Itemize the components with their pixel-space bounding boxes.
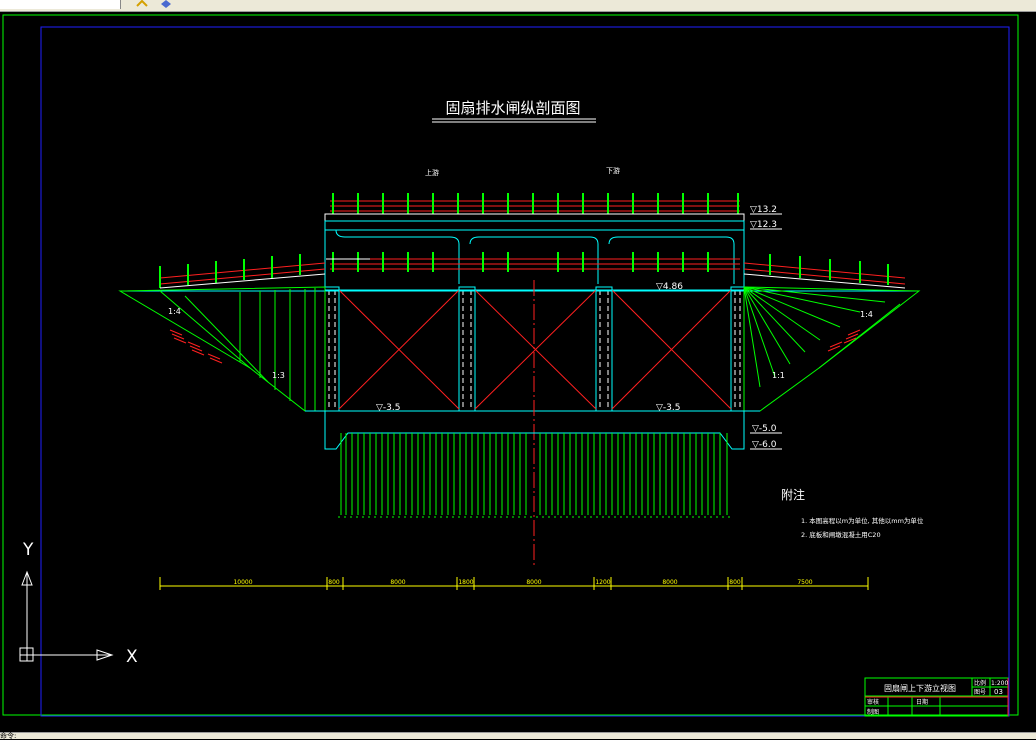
drawing-canvas[interactable]: 固扇排水闸纵剖面图 上游 下游 ▽13.2 ▽12.3 1:4 1:3 1:4 … bbox=[0, 12, 1036, 732]
slope-right-1: 1:4 bbox=[860, 310, 873, 319]
title-block-draw: 制图 bbox=[867, 708, 879, 716]
elev-4-86: ▽4.86 bbox=[656, 282, 683, 292]
layer-icon[interactable] bbox=[136, 0, 148, 8]
top-railing bbox=[330, 200, 740, 212]
title-block-sheet-value: 03 bbox=[994, 688, 1003, 696]
drawing-title: 固扇排水闸纵剖面图 bbox=[445, 99, 580, 117]
dimension-labels: 10000 800 8000 1800 8000 1200 8000 800 7… bbox=[233, 579, 812, 586]
dim-label: 7500 bbox=[797, 579, 812, 586]
title-block-sheet-label: 图号 bbox=[974, 689, 986, 696]
title-block-scale-label: 比例 bbox=[974, 679, 986, 687]
ucs-x-label: X bbox=[126, 647, 138, 667]
outer-border bbox=[2, 14, 1019, 716]
deck-slab bbox=[324, 213, 745, 222]
notes-line-2: 2. 底板和闸墩混凝土用C20 bbox=[801, 530, 881, 539]
ucs-y-label: Y bbox=[22, 540, 34, 560]
inner-border bbox=[40, 26, 1010, 717]
dim-label: 800 bbox=[729, 579, 741, 586]
notes-line-1: 1. 本图高程以m为单位, 其他以mm为单位 bbox=[801, 516, 924, 525]
gate-frames bbox=[305, 289, 760, 412]
slope-left-1: 1:4 bbox=[168, 307, 181, 316]
gate-openings bbox=[338, 289, 732, 410]
dim-label: 10000 bbox=[233, 579, 252, 586]
dim-label: 800 bbox=[328, 579, 340, 586]
elev-minus-3-5-right: ▽-3.5 bbox=[656, 403, 680, 413]
left-wingwall bbox=[118, 286, 326, 412]
title-block-date: 日期 bbox=[916, 698, 928, 706]
command-prompt: 命令: bbox=[0, 732, 17, 740]
upstream-label: 上游 bbox=[425, 168, 439, 177]
title-block-scale-value: 1:200 bbox=[991, 680, 1008, 687]
slope-left-2: 1:3 bbox=[272, 371, 285, 380]
ucs-icon bbox=[19, 570, 114, 662]
dim-label: 8000 bbox=[526, 579, 541, 586]
elev-minus-3-5-left: ▽-3.5 bbox=[376, 403, 400, 413]
title-block-review: 审核 bbox=[867, 698, 879, 706]
deck-beam bbox=[324, 220, 745, 231]
downstream-label: 下游 bbox=[606, 166, 620, 175]
properties-icon[interactable] bbox=[160, 0, 172, 8]
dim-label: 1800 bbox=[458, 579, 473, 586]
slope-right-2: 1:1 bbox=[772, 371, 785, 380]
dim-label: 8000 bbox=[390, 579, 405, 586]
dim-label: 1200 bbox=[595, 579, 610, 586]
dimension-line bbox=[159, 577, 869, 590]
title-block-name: 固扇闸上下游立视图 bbox=[884, 683, 956, 693]
dim-label: 8000 bbox=[662, 579, 677, 586]
notes-heading: 附注 bbox=[781, 487, 805, 502]
toolbar-strip bbox=[0, 0, 1036, 12]
lower-railing-posts bbox=[159, 252, 889, 288]
command-field[interactable] bbox=[0, 0, 121, 9]
